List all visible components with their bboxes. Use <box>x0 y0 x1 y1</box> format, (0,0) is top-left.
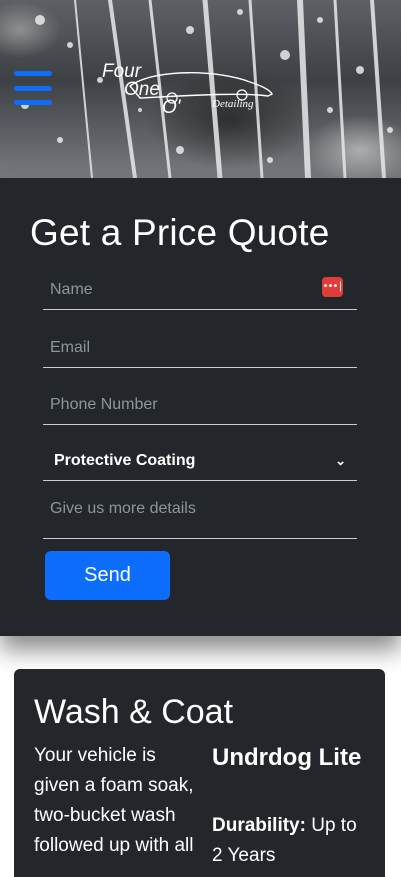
chevron-down-icon: ⌄ <box>335 452 346 468</box>
password-manager-icon[interactable]: •••| <box>322 277 344 297</box>
service-card: Wash & Coat Your vehicle is given a foam… <box>14 669 385 877</box>
service-select[interactable]: Protective Coating ⌄ <box>43 441 357 481</box>
form-title: Get a Price Quote <box>30 212 330 253</box>
durability-line: Durability: Up to 2 Years <box>212 811 372 871</box>
menu-bar <box>14 100 52 105</box>
phone-input[interactable] <box>43 385 357 425</box>
logo-line2: One <box>124 79 160 100</box>
dots-glyph: •••| <box>322 281 343 292</box>
logo-line3: O' <box>162 97 182 118</box>
brand-logo[interactable]: Four One O' Detailing <box>100 58 280 118</box>
send-button[interactable]: Send <box>45 551 170 600</box>
service-description: Your vehicle is given a foam soak, two-b… <box>34 745 194 856</box>
service-selected-value: Protective Coating <box>54 451 196 469</box>
name-input[interactable] <box>43 270 357 310</box>
service-title: Wash & Coat <box>34 693 234 731</box>
menu-bar <box>14 85 52 91</box>
menu-bar <box>14 71 52 76</box>
logo-tagline: Detailing <box>211 98 254 110</box>
details-textarea[interactable] <box>43 496 357 539</box>
price-quote-form: Get a Price Quote •••| Protective Coatin… <box>0 178 401 636</box>
product-name: Undrdog Lite <box>212 744 362 771</box>
hero-banner: Four One O' Detailing <box>0 0 401 178</box>
hamburger-menu-icon[interactable] <box>14 71 52 105</box>
durability-label: Durability: <box>212 815 306 836</box>
email-input[interactable] <box>43 328 357 368</box>
